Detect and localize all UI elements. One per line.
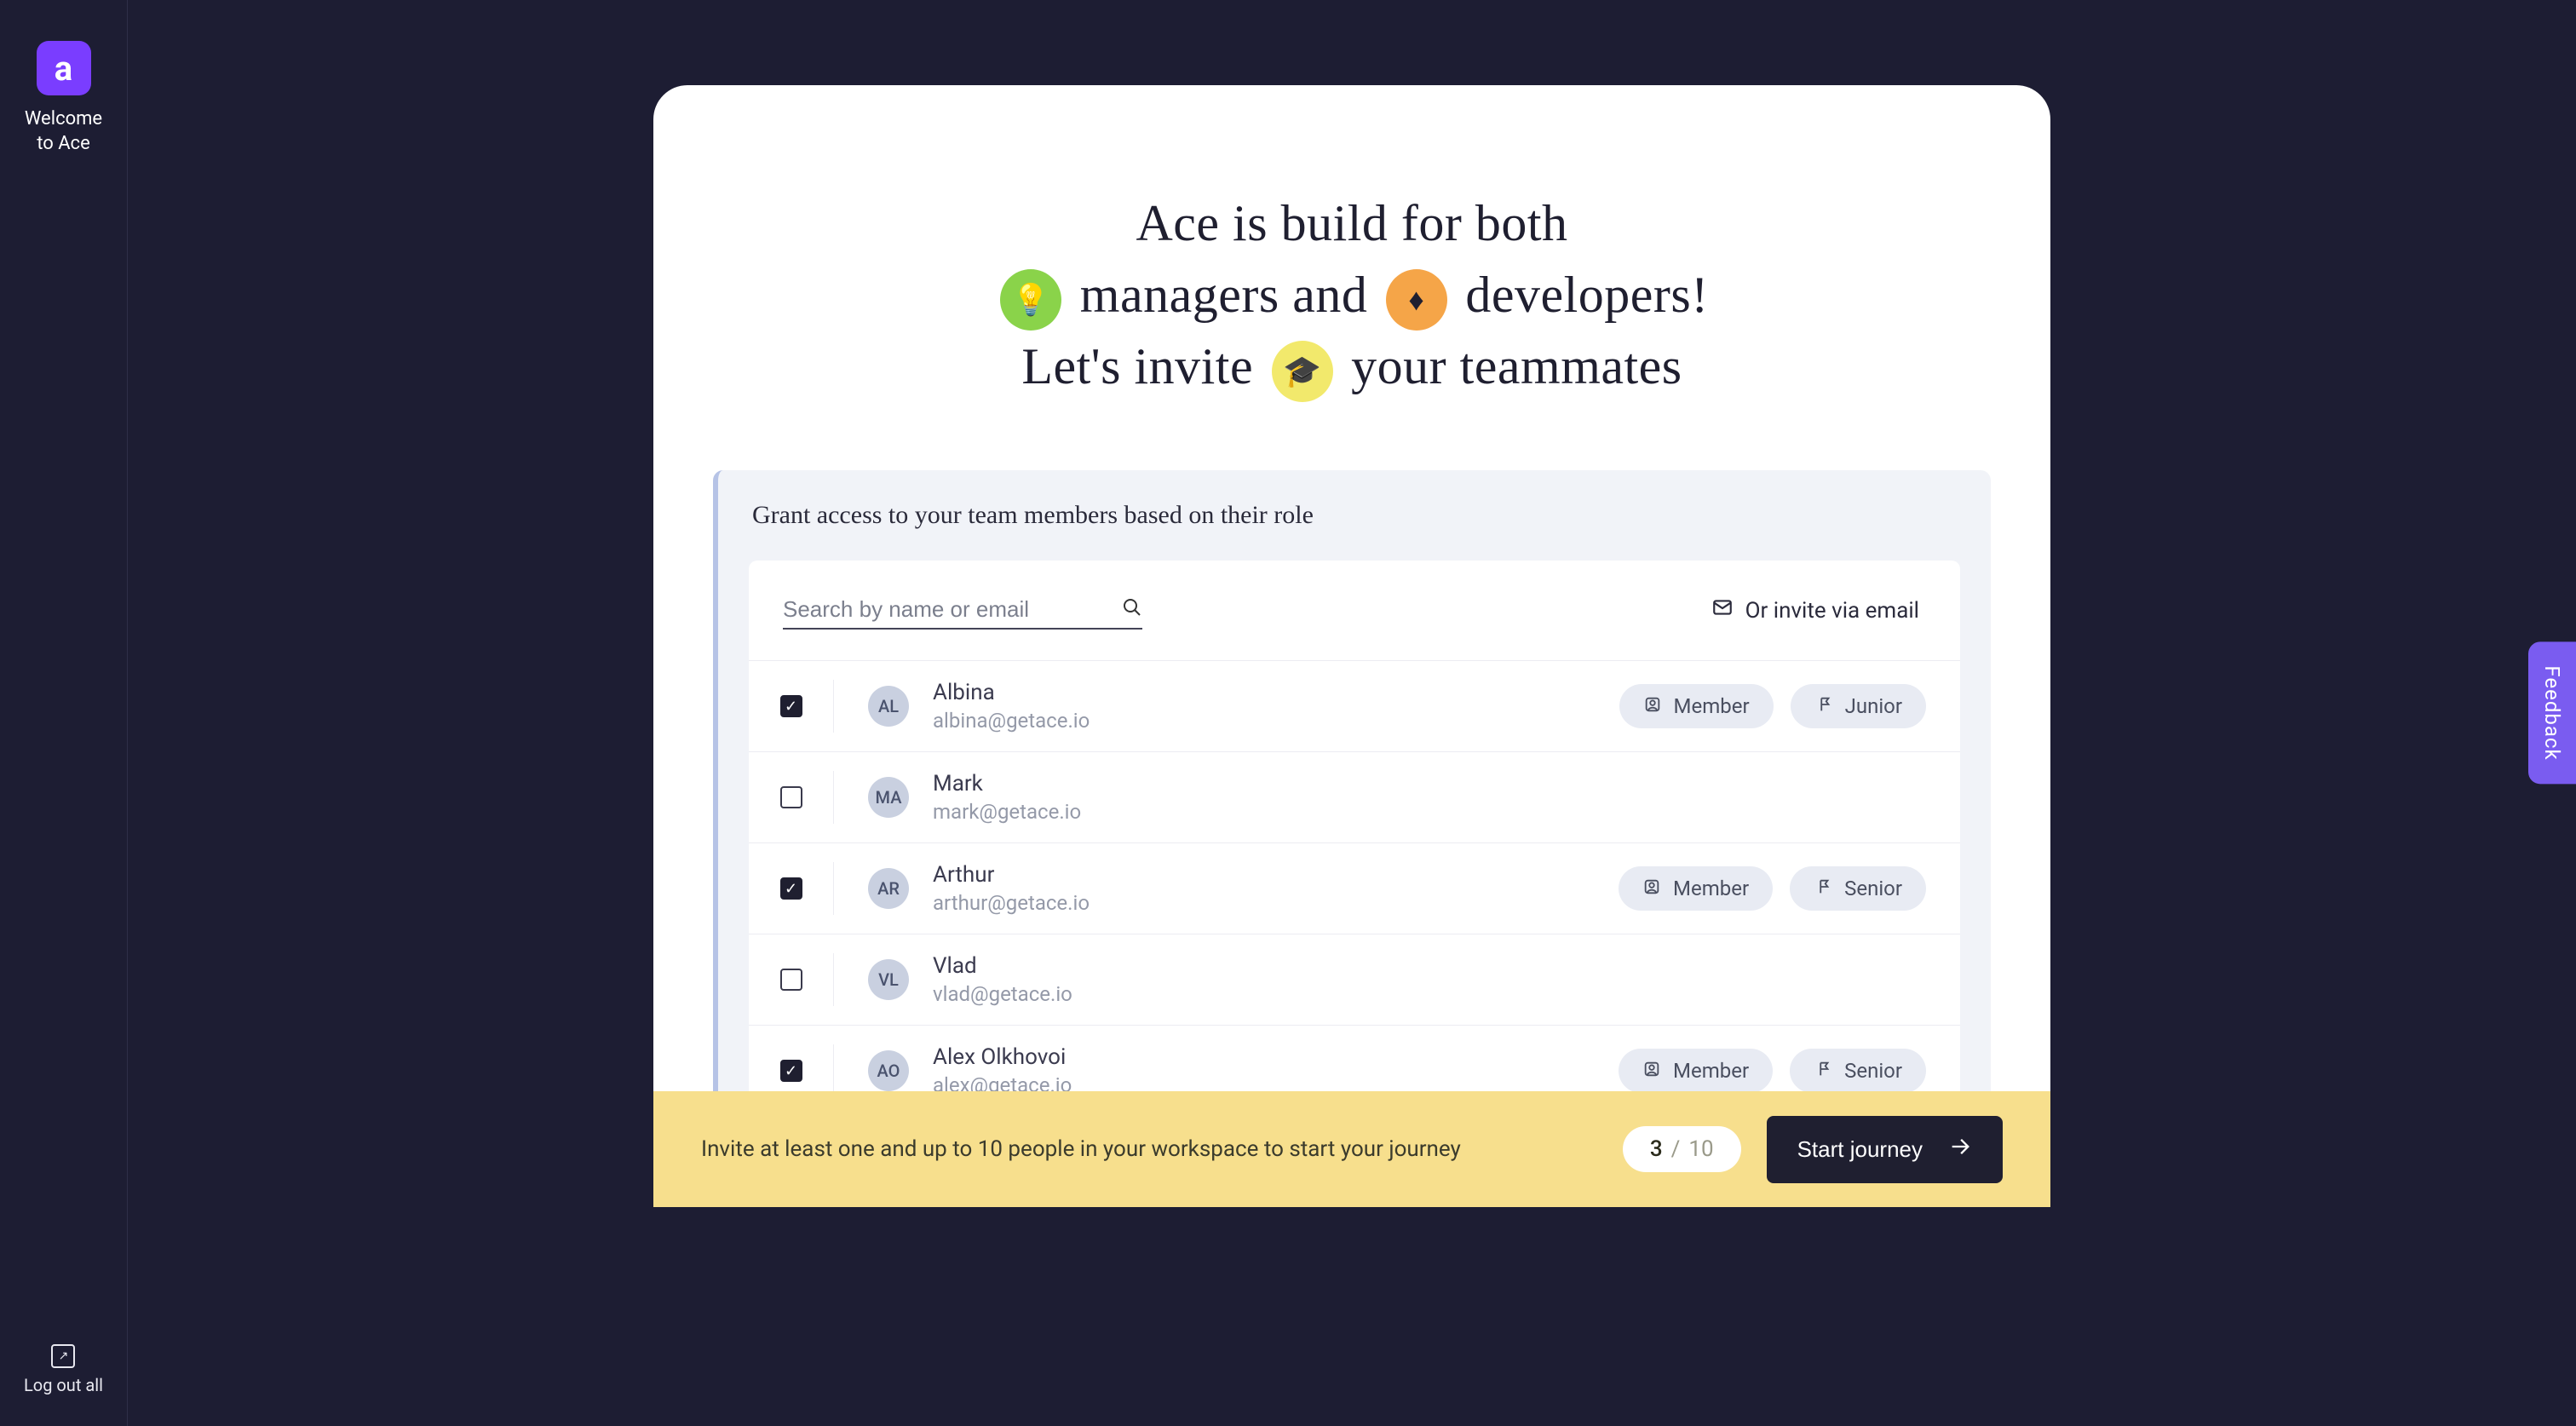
avatar: AR	[868, 868, 909, 909]
logout-icon: ↗	[51, 1344, 75, 1368]
person-info: Alex Olkhovoialex@getace.io	[933, 1044, 1619, 1097]
level-label: Senior	[1844, 877, 1902, 900]
level-badge[interactable]: Senior	[1790, 866, 1926, 911]
person-icon	[1643, 695, 1662, 718]
start-journey-label: Start journey	[1797, 1136, 1923, 1163]
role-label: Member	[1673, 1059, 1749, 1083]
person-name: Albina	[933, 680, 1619, 705]
logout-label: Log out all	[24, 1375, 103, 1395]
arrow-right-icon	[1948, 1135, 1972, 1164]
headline-part-3b: your teammates	[1351, 338, 1682, 394]
person-email: arthur@getace.io	[933, 891, 1619, 915]
checkbox-cell: ✓	[749, 1044, 834, 1097]
person-info: Mark mark@getace.io	[933, 771, 1926, 824]
level-icon	[1814, 1060, 1832, 1083]
person-name: Arthur	[933, 862, 1619, 888]
sidebar: a Welcome to Ace ↗ Log out all	[0, 0, 128, 1426]
onboarding-card: Ace is build for both 💡 managers and ♦ d…	[653, 85, 2050, 1207]
section-title: Grant access to your team members based …	[752, 501, 1960, 530]
diamond-icon: ♦	[1386, 269, 1447, 331]
welcome-text: Welcome to Ace	[25, 107, 102, 156]
person-row: VL Vlad vlad@getace.io	[749, 934, 1960, 1025]
level-badge[interactable]: Senior	[1790, 1049, 1926, 1093]
invite-counter: 3 / 10	[1623, 1126, 1741, 1172]
headline-part-2b: developers!	[1465, 267, 1708, 323]
person-checkbox[interactable]: ✓	[780, 1060, 802, 1082]
invite-link-label: Or invite via email	[1745, 598, 1919, 624]
person-row: MA Mark mark@getace.io	[749, 751, 1960, 842]
logo-glyph: a	[55, 49, 72, 89]
person-checkbox[interactable]	[780, 969, 802, 991]
person-checkbox[interactable]: ✓	[780, 877, 802, 900]
person-row: ✓ AL Albina albina@getace.io Member Junior	[749, 660, 1960, 751]
role-badge[interactable]: Member	[1619, 866, 1773, 911]
level-badge[interactable]: Junior	[1791, 684, 1926, 728]
search-icon[interactable]	[1122, 597, 1142, 623]
graduation-icon: 🎓	[1272, 341, 1333, 402]
level-icon	[1814, 877, 1832, 900]
headline-part-1: Ace is build for both	[1136, 195, 1567, 251]
search-input[interactable]	[783, 591, 1107, 628]
level-label: Senior	[1844, 1059, 1902, 1083]
person-info: Arthur arthur@getace.io	[933, 862, 1619, 915]
feedback-tab[interactable]: Feedback	[2528, 641, 2576, 784]
invite-via-email-link[interactable]: Or invite via email	[1711, 596, 1919, 624]
headline: Ace is build for both 💡 managers and ♦ d…	[713, 187, 1991, 402]
badges: Member Senior	[1619, 866, 1926, 911]
avatar: AO	[868, 1050, 909, 1091]
person-email: vlad@getace.io	[933, 982, 1926, 1006]
badges: Member Senior	[1619, 1049, 1926, 1093]
footer-hint: Invite at least one and up to 10 people …	[701, 1136, 1461, 1162]
footer-bar: Invite at least one and up to 10 people …	[653, 1091, 2050, 1207]
person-name: Vlad	[933, 953, 1926, 979]
person-email: albina@getace.io	[933, 709, 1619, 733]
checkbox-cell: ✓	[749, 862, 834, 915]
person-info: Albina albina@getace.io	[933, 680, 1619, 733]
headline-part-2a: managers and	[1080, 267, 1368, 323]
role-label: Member	[1674, 694, 1750, 718]
role-label: Member	[1673, 877, 1749, 900]
avatar: MA	[868, 777, 909, 818]
app-logo[interactable]: a	[37, 41, 91, 95]
counter-current: 3	[1650, 1136, 1663, 1162]
checkbox-cell	[749, 771, 834, 824]
headline-part-3a: Let's invite	[1021, 338, 1253, 394]
checkbox-cell: ✓	[749, 680, 834, 733]
person-checkbox[interactable]: ✓	[780, 695, 802, 717]
person-checkbox[interactable]	[780, 786, 802, 808]
mail-icon	[1711, 596, 1734, 624]
welcome-line-2: to Ace	[37, 133, 90, 154]
person-icon	[1642, 1060, 1661, 1083]
counter-total: 10	[1688, 1136, 1713, 1162]
logout-button[interactable]: ↗ Log out all	[24, 1344, 103, 1395]
role-badge[interactable]: Member	[1619, 684, 1774, 728]
welcome-line-1: Welcome	[25, 108, 102, 129]
role-badge[interactable]: Member	[1619, 1049, 1773, 1093]
person-email: mark@getace.io	[933, 800, 1926, 824]
level-label: Junior	[1845, 694, 1902, 718]
search-wrap	[783, 591, 1142, 630]
lightbulb-icon: 💡	[1000, 269, 1061, 331]
person-name: Alex Olkhovoi	[933, 1044, 1619, 1070]
search-row: Or invite via email	[749, 561, 1960, 640]
avatar: VL	[868, 959, 909, 1000]
person-name: Mark	[933, 771, 1926, 796]
checkbox-cell	[749, 953, 834, 1006]
person-icon	[1642, 877, 1661, 900]
start-journey-button[interactable]: Start journey	[1767, 1116, 2003, 1183]
badges: Member Junior	[1619, 684, 1926, 728]
level-icon	[1814, 695, 1833, 718]
feedback-label: Feedback	[2540, 665, 2564, 760]
main-area: Ace is build for both 💡 managers and ♦ d…	[128, 0, 2576, 1426]
avatar: AL	[868, 686, 909, 727]
person-row: ✓ AR Arthur arthur@getace.io Member Senior	[749, 842, 1960, 934]
person-info: Vlad vlad@getace.io	[933, 953, 1926, 1006]
counter-sep: /	[1671, 1136, 1681, 1162]
